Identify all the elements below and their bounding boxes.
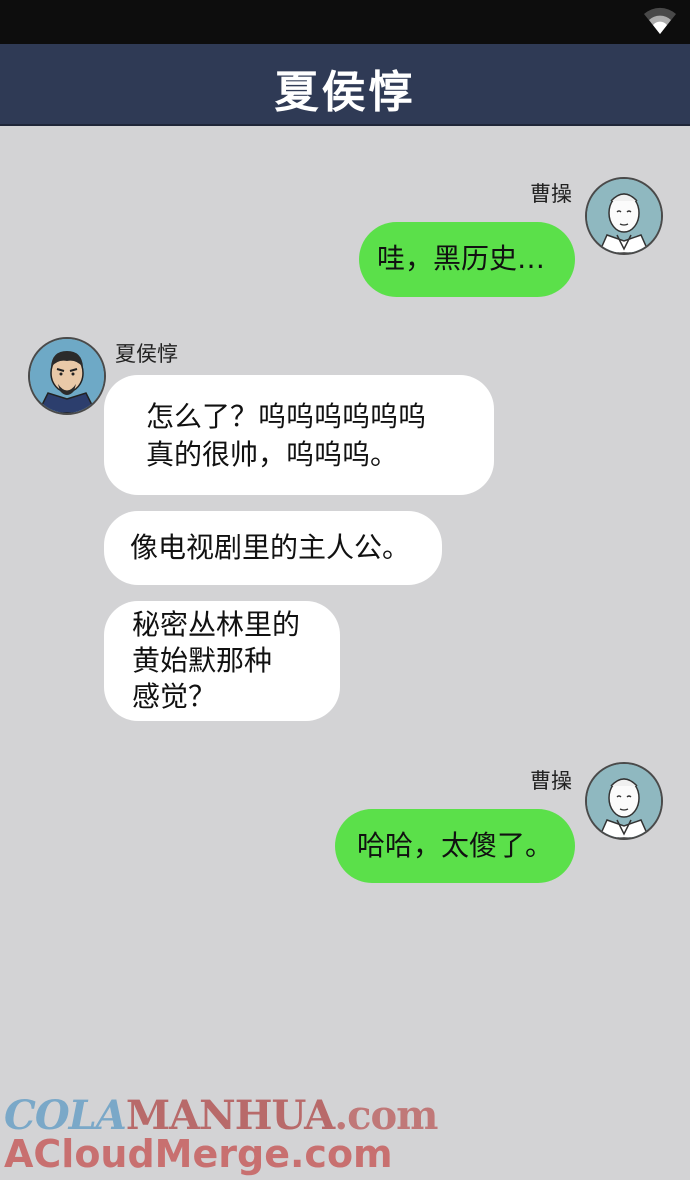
watermark-acloudmerge: ACloudMerge.com bbox=[4, 1132, 393, 1176]
message-bubble-outgoing[interactable]: 哈哈，太傻了。 bbox=[335, 809, 575, 883]
avatar-caocao-icon bbox=[587, 764, 661, 838]
avatar[interactable] bbox=[585, 177, 663, 255]
chat-title: 夏侯惇 bbox=[274, 67, 416, 118]
message-bubble-incoming[interactable]: 像电视剧里的主人公。 bbox=[104, 511, 442, 585]
sender-name: 曹操 bbox=[530, 182, 572, 206]
message-bubble-incoming[interactable]: 秘密丛林里的 黄始默那种 感觉？ bbox=[104, 601, 340, 721]
sender-name: 曹操 bbox=[530, 769, 572, 793]
avatar-caocao-icon bbox=[587, 179, 661, 253]
message-bubble-incoming[interactable]: 怎么了？呜呜呜呜呜呜 真的很帅，呜呜呜。 bbox=[104, 375, 494, 495]
status-bar bbox=[0, 0, 690, 44]
sender-name: 夏侯惇 bbox=[115, 342, 178, 366]
chat-header: 夏侯惇 bbox=[0, 44, 690, 126]
avatar[interactable] bbox=[585, 762, 663, 840]
message-bubble-outgoing[interactable]: 哇，黑历史… bbox=[359, 222, 575, 297]
wifi-icon bbox=[644, 7, 676, 34]
avatar[interactable] bbox=[28, 337, 106, 415]
avatar-xiahoudun-icon bbox=[30, 339, 104, 413]
